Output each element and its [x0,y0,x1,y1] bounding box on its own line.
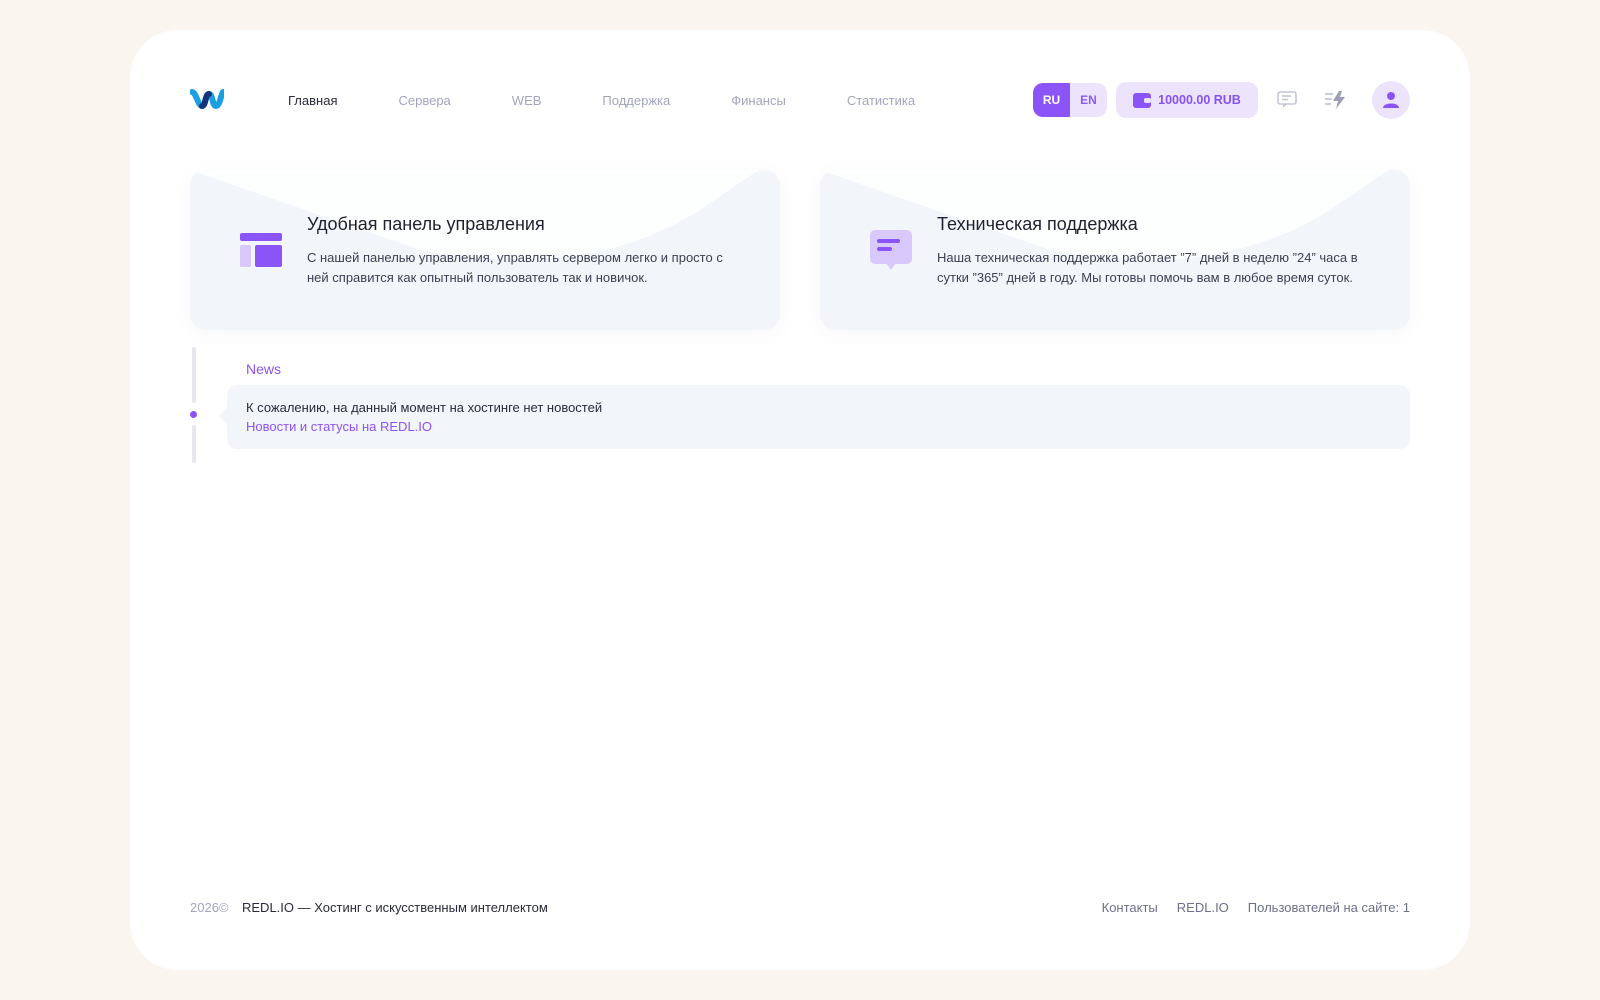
user-avatar[interactable] [1372,81,1410,119]
page-footer: 2026© REDL.IO — Хостинг с искусственным … [190,900,1410,920]
feature-description: Наша техническая поддержка работает ”7” … [937,250,1358,285]
news-empty-text: К сожалению, на данный момент на хостинг… [246,400,603,415]
main-nav: Главная Сервера WEB Поддержка Финансы Ст… [288,80,976,120]
timeline-line [192,347,196,403]
footer-year: 2026© [190,900,229,915]
language-switcher: RU EN [1033,83,1107,117]
top-header: Главная Сервера WEB Поддержка Финансы Ст… [190,80,1410,120]
app-frame: Главная Сервера WEB Поддержка Финансы Ст… [130,30,1470,970]
timeline-dot [190,411,197,418]
news-heading: News [246,361,282,377]
header-tools: RU EN 10000.00 RUB [1033,80,1410,120]
footer-brand: REDL.IO — Хостинг с искусственным интелл… [242,900,548,915]
balance-amount: 10000.00 RUB [1158,93,1241,107]
timeline-line [192,425,196,463]
lang-en-button[interactable]: EN [1070,83,1107,117]
nav-item-statistics[interactable]: Статистика [847,93,915,108]
nav-item-finance[interactable]: Финансы [731,93,786,108]
nav-item-support[interactable]: Поддержка [602,93,670,108]
balance-button[interactable]: 10000.00 RUB [1116,82,1258,118]
feature-title: Техническая поддержка [937,214,1138,234]
news-card: К сожалению, на данный момент на хостинг… [219,385,1410,449]
wallet-icon [1133,92,1152,108]
footer-online-users: Пользователей на сайте: 1 [1247,900,1410,915]
chat-icon[interactable] [1276,89,1298,111]
news-status-link[interactable]: Новости и статусы на REDL.IO [246,419,432,434]
message-icon [870,230,912,270]
footer-link-contacts[interactable]: Контакты [1102,900,1158,915]
nav-item-web[interactable]: WEB [512,93,542,108]
dashboard-icon [240,233,282,267]
feature-description: С нашей панелью управления, управлять се… [307,250,723,285]
lightning-icon[interactable] [1324,89,1346,111]
footer-links: Контакты REDL.IO Пользователей на сайте:… [1083,900,1410,915]
logo-icon[interactable] [190,86,224,112]
user-icon [1383,92,1399,108]
feature-card-panel: Удобная панель управления С нашей панель… [190,170,780,330]
lang-ru-button[interactable]: RU [1033,83,1070,117]
feature-card-support: Техническая поддержка Наша техническая п… [820,170,1410,330]
nav-item-servers[interactable]: Сервера [398,93,450,108]
footer-link-redlio[interactable]: REDL.IO [1177,900,1229,915]
nav-item-home[interactable]: Главная [288,93,337,108]
feature-title: Удобная панель управления [307,214,545,234]
